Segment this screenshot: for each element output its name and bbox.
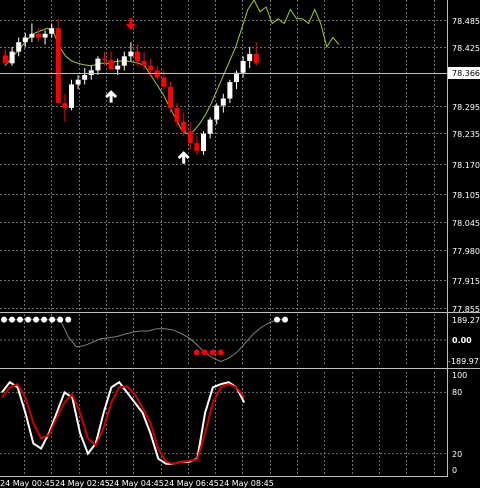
bull-candle xyxy=(75,79,81,85)
price-tick: 77.915 xyxy=(452,277,480,286)
cci-tick: 189.2727 xyxy=(452,316,480,325)
bull-candle xyxy=(29,33,35,38)
bull-candle xyxy=(121,56,127,66)
bear-candle xyxy=(253,53,259,64)
bull-candle xyxy=(115,65,121,70)
bear-candle xyxy=(36,33,41,38)
bull-candle xyxy=(9,51,15,64)
cci-dot xyxy=(273,316,280,323)
cci-dot xyxy=(57,316,64,323)
bear-candle xyxy=(108,60,114,70)
bull-candle xyxy=(49,28,55,34)
bull-candle xyxy=(42,33,48,38)
cci-dot xyxy=(65,316,72,323)
cci-dot xyxy=(49,316,56,323)
bull-candle xyxy=(88,70,94,76)
cci-tick: -189.971 xyxy=(448,357,480,366)
time-label: 24 May 04:45 xyxy=(109,479,164,488)
cci-dot xyxy=(282,316,289,323)
current-price-label: 78.366 xyxy=(452,69,480,78)
bear-candle xyxy=(141,60,147,66)
cci-dot xyxy=(41,316,48,323)
bull-candle xyxy=(22,37,28,43)
time-label: 24 May 06:45 xyxy=(164,479,219,488)
price-tick: 77.980 xyxy=(452,247,480,256)
cci-dot xyxy=(25,316,32,323)
bull-candle xyxy=(227,82,233,99)
cci-dot xyxy=(17,316,24,323)
bull-candle xyxy=(201,133,206,152)
bear-candle xyxy=(194,143,200,152)
price-tick: 78.295 xyxy=(452,103,480,112)
bull-candle xyxy=(69,84,74,108)
bull-candle xyxy=(214,105,220,120)
bear-candle xyxy=(3,55,8,64)
cci-dot xyxy=(209,349,216,356)
stoch-tick: 20 xyxy=(452,450,462,459)
bear-candle xyxy=(181,121,187,132)
time-axis: 24 May 00:45 24 May 02:45 24 May 04:45 2… xyxy=(0,479,274,488)
bull-candle xyxy=(207,119,213,134)
price-tick: 78.235 xyxy=(452,130,480,139)
bull-candle xyxy=(128,51,134,57)
time-label: 24 May 02:45 xyxy=(55,479,110,488)
bear-candle xyxy=(148,65,154,71)
bear-candle xyxy=(174,107,180,122)
cci-dot xyxy=(33,316,40,323)
bear-candle xyxy=(187,131,193,144)
bear-candle xyxy=(168,86,173,108)
price-tick: 78.105 xyxy=(452,191,480,200)
price-tick: 78.425 xyxy=(452,44,480,53)
bear-candle xyxy=(62,103,68,108)
bull-candle xyxy=(247,53,253,61)
cci-dot xyxy=(9,316,16,323)
bull-candle xyxy=(240,60,246,73)
stoch-tick: 80 xyxy=(452,388,462,397)
stoch-tick: 0 xyxy=(452,466,457,475)
price-tick: 78.170 xyxy=(452,161,480,170)
cci-dot xyxy=(1,316,7,323)
bull-candle xyxy=(82,75,88,80)
cci-dot xyxy=(217,349,224,356)
stoch-tick: 100 xyxy=(452,371,467,380)
bear-candle xyxy=(135,51,140,61)
price-tick: 78.485 xyxy=(452,17,480,26)
bear-candle xyxy=(55,28,61,104)
time-label: 24 May 08:45 xyxy=(219,479,274,488)
bear-candle xyxy=(102,58,107,61)
cci-dot xyxy=(201,349,208,356)
cci-tick: 0.00 xyxy=(452,336,472,345)
bull-candle xyxy=(220,98,226,106)
bear-candle xyxy=(161,77,167,87)
bull-candle xyxy=(16,42,22,52)
bull-candle xyxy=(234,72,239,83)
cci-dot xyxy=(193,349,200,356)
price-tick: 78.045 xyxy=(452,219,480,228)
time-label: 24 May 00:45 xyxy=(0,479,55,488)
trading-chart[interactable]: 78.485 78.425 78.366 78.295 78.235 78.17… xyxy=(0,0,480,488)
bull-candle xyxy=(95,58,101,71)
